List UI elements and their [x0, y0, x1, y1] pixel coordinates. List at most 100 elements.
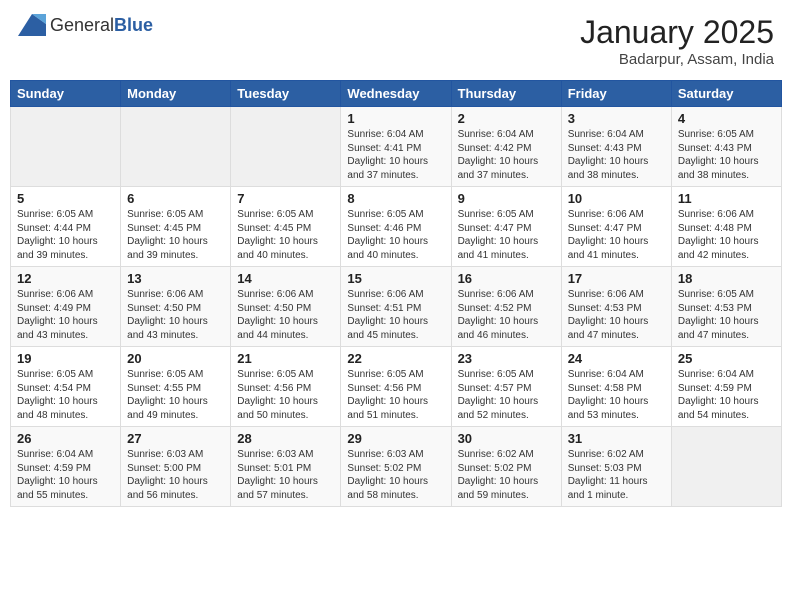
month-title: January 2025 — [580, 14, 774, 51]
day-number: 27 — [127, 431, 224, 446]
day-cell: 3 Sunrise: 6:04 AM Sunset: 4:43 PM Daylig… — [561, 107, 671, 187]
day-number: 29 — [347, 431, 444, 446]
day-info: Sunrise: 6:05 AM Sunset: 4:55 PM Dayligh… — [127, 368, 224, 422]
day-cell: 22Sunrise: 6:05 AM Sunset: 4:56 PM Dayli… — [341, 347, 451, 427]
day-info: Sunrise: 6:05 AM Sunset: 4:44 PM Dayligh… — [17, 208, 114, 262]
day-number: 18 — [678, 271, 775, 286]
day-number: 8 — [347, 191, 444, 206]
day-header-wednesday: Wednesday — [341, 81, 451, 107]
day-cell — [11, 107, 121, 187]
day-header-friday: Friday — [561, 81, 671, 107]
day-number: 20 — [127, 351, 224, 366]
day-cell: 5 Sunrise: 6:05 AM Sunset: 4:44 PM Daylig… — [11, 187, 121, 267]
day-number: 3 — [568, 111, 665, 126]
day-cell: 19 Sunrise: 6:05 AM Sunset: 4:54 PM Dayli… — [11, 347, 121, 427]
day-number: 19 — [17, 351, 114, 366]
day-cell: 31Sunrise: 6:02 AM Sunset: 5:03 PM Dayli… — [561, 427, 671, 507]
day-number: 7 — [237, 191, 334, 206]
day-info: Sunrise: 6:06 AM Sunset: 4:50 PM Dayligh… — [127, 288, 224, 342]
day-number: 15 — [347, 271, 444, 286]
day-number: 1 — [347, 111, 444, 126]
day-cell — [121, 107, 231, 187]
day-info: Sunrise: 6:06 AM Sunset: 4:53 PM Dayligh… — [568, 288, 665, 342]
day-info: Sunrise: 6:06 AM Sunset: 4:50 PM Dayligh… — [237, 288, 334, 342]
day-info: Sunrise: 6:03 AM Sunset: 5:02 PM Dayligh… — [347, 448, 444, 502]
logo-text: GeneralBlue — [50, 15, 153, 36]
day-info: Sunrise: 6:05 AM Sunset: 4:46 PM Dayligh… — [347, 208, 444, 262]
day-header-tuesday: Tuesday — [231, 81, 341, 107]
day-number: 28 — [237, 431, 334, 446]
logo-blue: Blue — [114, 15, 153, 35]
day-number: 4 — [678, 111, 775, 126]
day-cell: 4 Sunrise: 6:05 AM Sunset: 4:43 PM Daylig… — [671, 107, 781, 187]
day-cell: 30Sunrise: 6:02 AM Sunset: 5:02 PM Dayli… — [451, 427, 561, 507]
day-header-monday: Monday — [121, 81, 231, 107]
day-info: Sunrise: 6:04 AM Sunset: 4:59 PM Dayligh… — [17, 448, 114, 502]
day-info: Sunrise: 6:05 AM Sunset: 4:53 PM Dayligh… — [678, 288, 775, 342]
day-info: Sunrise: 6:04 AM Sunset: 4:41 PM Dayligh… — [347, 128, 444, 182]
day-cell: 27 Sunrise: 6:03 AM Sunset: 5:00 PM Dayli… — [121, 427, 231, 507]
day-cell: 23 Sunrise: 6:05 AM Sunset: 4:57 PM Dayli… — [451, 347, 561, 427]
day-cell: 15 Sunrise: 6:06 AM Sunset: 4:51 PM Dayli… — [341, 267, 451, 347]
day-number: 17 — [568, 271, 665, 286]
day-number: 9 — [458, 191, 555, 206]
day-cell: 16 Sunrise: 6:06 AM Sunset: 4:52 PM Dayli… — [451, 267, 561, 347]
day-cell: 1 Sunrise: 6:04 AM Sunset: 4:41 PM Daylig… — [341, 107, 451, 187]
day-info: Sunrise: 6:06 AM Sunset: 4:48 PM Dayligh… — [678, 208, 775, 262]
day-number: 6 — [127, 191, 224, 206]
day-cell: 11 Sunrise: 6:06 AM Sunset: 4:48 PM Dayli… — [671, 187, 781, 267]
week-row-3: 12Sunrise: 6:06 AM Sunset: 4:49 PM Dayli… — [11, 267, 782, 347]
week-row-1: 1 Sunrise: 6:04 AM Sunset: 4:41 PM Daylig… — [11, 107, 782, 187]
day-number: 13 — [127, 271, 224, 286]
title-block: January 2025 Badarpur, Assam, India — [580, 14, 774, 68]
logo: GeneralBlue — [18, 14, 153, 36]
day-header-sunday: Sunday — [11, 81, 121, 107]
day-number: 23 — [458, 351, 555, 366]
day-info: Sunrise: 6:06 AM Sunset: 4:47 PM Dayligh… — [568, 208, 665, 262]
day-info: Sunrise: 6:04 AM Sunset: 4:43 PM Dayligh… — [568, 128, 665, 182]
day-cell: 7Sunrise: 6:05 AM Sunset: 4:45 PM Daylig… — [231, 187, 341, 267]
day-info: Sunrise: 6:03 AM Sunset: 5:01 PM Dayligh… — [237, 448, 334, 502]
day-info: Sunrise: 6:05 AM Sunset: 4:43 PM Dayligh… — [678, 128, 775, 182]
day-header-saturday: Saturday — [671, 81, 781, 107]
day-number: 10 — [568, 191, 665, 206]
day-info: Sunrise: 6:05 AM Sunset: 4:56 PM Dayligh… — [237, 368, 334, 422]
day-number: 5 — [17, 191, 114, 206]
day-info: Sunrise: 6:06 AM Sunset: 4:52 PM Dayligh… — [458, 288, 555, 342]
day-info: Sunrise: 6:05 AM Sunset: 4:54 PM Dayligh… — [17, 368, 114, 422]
day-number: 24 — [568, 351, 665, 366]
day-number: 14 — [237, 271, 334, 286]
day-number: 12 — [17, 271, 114, 286]
day-number: 26 — [17, 431, 114, 446]
day-cell: 28 Sunrise: 6:03 AM Sunset: 5:01 PM Dayli… — [231, 427, 341, 507]
day-info: Sunrise: 6:05 AM Sunset: 4:47 PM Dayligh… — [458, 208, 555, 262]
day-info: Sunrise: 6:04 AM Sunset: 4:58 PM Dayligh… — [568, 368, 665, 422]
day-number: 16 — [458, 271, 555, 286]
day-number: 11 — [678, 191, 775, 206]
day-info: Sunrise: 6:04 AM Sunset: 4:59 PM Dayligh… — [678, 368, 775, 422]
day-info: Sunrise: 6:02 AM Sunset: 5:02 PM Dayligh… — [458, 448, 555, 502]
week-row-4: 19 Sunrise: 6:05 AM Sunset: 4:54 PM Dayli… — [11, 347, 782, 427]
day-cell: 8 Sunrise: 6:05 AM Sunset: 4:46 PM Daylig… — [341, 187, 451, 267]
day-info: Sunrise: 6:03 AM Sunset: 5:00 PM Dayligh… — [127, 448, 224, 502]
day-cell: 12Sunrise: 6:06 AM Sunset: 4:49 PM Dayli… — [11, 267, 121, 347]
day-info: Sunrise: 6:05 AM Sunset: 4:45 PM Dayligh… — [127, 208, 224, 262]
day-cell: 14 Sunrise: 6:06 AM Sunset: 4:50 PM Dayli… — [231, 267, 341, 347]
day-cell: 17 Sunrise: 6:06 AM Sunset: 4:53 PM Dayli… — [561, 267, 671, 347]
day-cell: 9 Sunrise: 6:05 AM Sunset: 4:47 PM Daylig… — [451, 187, 561, 267]
day-cell: 20 Sunrise: 6:05 AM Sunset: 4:55 PM Dayli… — [121, 347, 231, 427]
day-cell: 25 Sunrise: 6:04 AM Sunset: 4:59 PM Dayli… — [671, 347, 781, 427]
day-info: Sunrise: 6:04 AM Sunset: 4:42 PM Dayligh… — [458, 128, 555, 182]
day-cell: 21Sunrise: 6:05 AM Sunset: 4:56 PM Dayli… — [231, 347, 341, 427]
day-number: 25 — [678, 351, 775, 366]
day-info: Sunrise: 6:05 AM Sunset: 4:56 PM Dayligh… — [347, 368, 444, 422]
day-cell: 13 Sunrise: 6:06 AM Sunset: 4:50 PM Dayli… — [121, 267, 231, 347]
day-cell — [231, 107, 341, 187]
day-number: 2 — [458, 111, 555, 126]
day-cell — [671, 427, 781, 507]
calendar-header-row: SundayMondayTuesdayWednesdayThursdayFrid… — [11, 81, 782, 107]
day-info: Sunrise: 6:05 AM Sunset: 4:57 PM Dayligh… — [458, 368, 555, 422]
calendar-table: SundayMondayTuesdayWednesdayThursdayFrid… — [10, 80, 782, 507]
day-info: Sunrise: 6:06 AM Sunset: 4:51 PM Dayligh… — [347, 288, 444, 342]
day-number: 31 — [568, 431, 665, 446]
